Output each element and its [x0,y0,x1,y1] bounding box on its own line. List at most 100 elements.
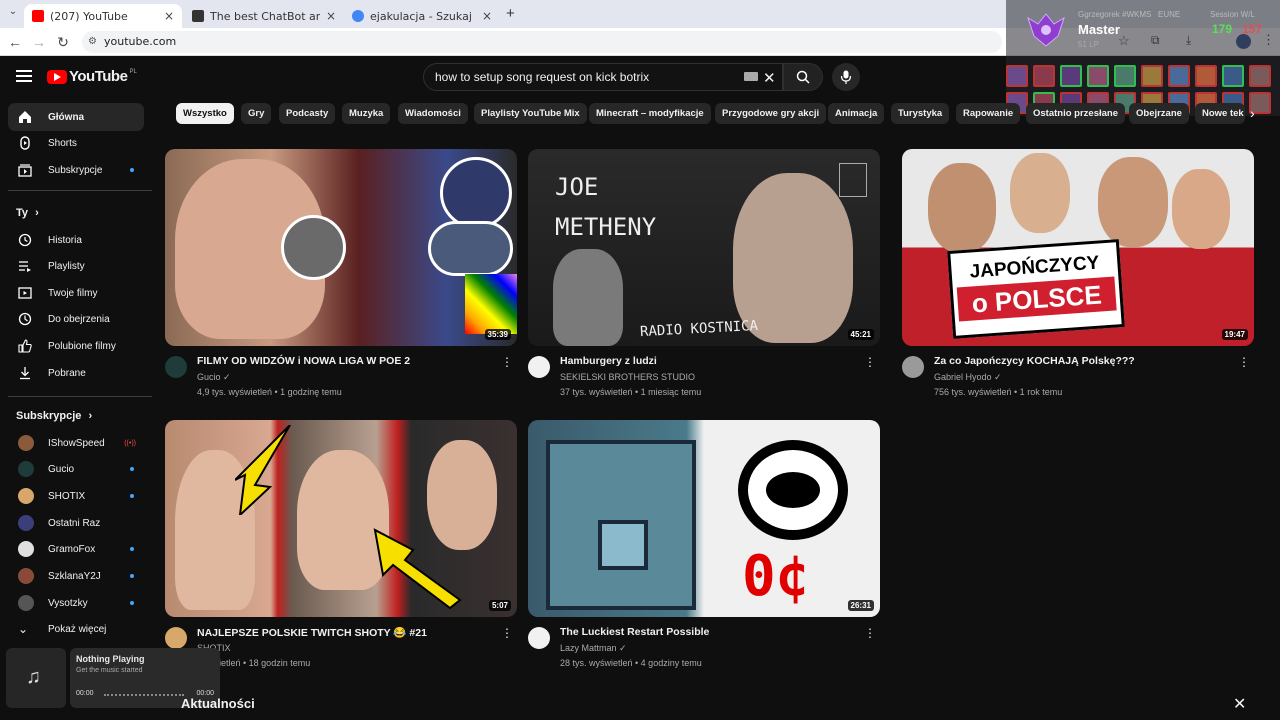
video-title[interactable]: FILMY OD WIDZÓW i NOWA LIGA W POE 2 [197,355,497,367]
sidebar-item-history[interactable]: Historia [8,226,144,254]
logo-text: YouTube [69,68,128,85]
chip-all[interactable]: Wszystko [176,103,234,124]
tab-close-icon[interactable]: × [326,9,336,23]
chip-adventure[interactable]: Przygodowe gry akcji [715,103,827,124]
sidebar-sub-gramofox[interactable]: GramoFox [8,535,144,563]
channel-avatar[interactable] [528,627,550,649]
chip-mix[interactable]: Playlisty YouTube Mix [474,103,587,124]
chip-recent[interactable]: Ostatnio przesłane [1026,103,1125,124]
new-tab-button[interactable]: + [506,5,515,22]
search-button[interactable] [783,63,823,91]
browser-tab-chatbot[interactable]: The best ChatBot and Widgets × [184,4,344,28]
chip-music[interactable]: Muzyka [342,103,391,124]
chevron-down-icon: ⌄ [18,622,29,636]
video-title[interactable]: Hamburgery z ludzi [560,355,860,367]
sidebar-sub-shotix[interactable]: SHOTIX [8,482,144,510]
url-input[interactable]: ⚙ youtube.com [82,31,1002,53]
eye-pupil [766,472,820,508]
chip-rap[interactable]: Rapowanie [956,103,1021,124]
channel-avatar[interactable] [902,356,924,378]
chip-animation[interactable]: Animacja [828,103,885,124]
sidebar-sub-ishowspeed[interactable]: IShowSpeed ((•)) [8,429,144,457]
more-actions-icon[interactable]: ⋮ [864,355,876,369]
tab-close-icon[interactable]: × [482,9,492,23]
video-meta: 28 tys. wyświetleń • 4 godziny temu [560,658,702,668]
sidebar-item-label: IShowSpeed [48,437,105,449]
video-title[interactable]: Za co Japończycy KOCHAJĄ Polskę??? [934,355,1234,367]
chips-scroll-right-icon[interactable]: › [1250,105,1255,121]
sidebar-item-subscriptions[interactable]: Subskrypcje [8,156,144,184]
browser-tab-youtube[interactable]: (207) YouTube × [24,4,182,28]
chip-travel[interactable]: Turystyka [891,103,950,124]
video-thumbnail[interactable]: 0¢ 26:31 [528,420,880,617]
back-icon[interactable]: ← [6,34,24,50]
sidebar-item-shorts[interactable]: Shorts [8,129,144,157]
video-thumbnail[interactable]: 35:39 [165,149,517,346]
time-elapsed: 00:00 [76,690,94,697]
google-favicon-icon [352,10,364,22]
reload-icon[interactable]: ↻ [54,34,72,51]
channel-avatar[interactable] [528,356,550,378]
champion-portrait-icon [1087,65,1109,87]
champion-portrait-icon [1141,65,1163,87]
tab-search-icon[interactable]: ⌄ [4,6,22,17]
you-section-heading[interactable]: Ty › [16,207,39,219]
progress-bar[interactable] [104,694,184,696]
champion-portrait-icon [1033,65,1055,87]
thumb-face [1172,169,1230,249]
sidebar-sub-ostatni-raz[interactable]: Ostatni Raz [8,509,144,537]
sidebar-item-your-videos[interactable]: Twoje filmy [8,279,144,307]
video-thumbnail[interactable]: JAPOŃCZYCY o POLSCE 19:47 [902,149,1254,346]
sidebar-item-home[interactable]: Główna [8,103,144,131]
video-meta: 756 tys. wyświetleń • 1 rok temu [934,387,1063,397]
forward-icon[interactable]: → [30,34,48,50]
video-thumbnail[interactable]: 5:07 [165,420,517,617]
more-actions-icon[interactable]: ⋮ [501,626,513,640]
youtube-logo[interactable]: YouTube PL [47,68,137,85]
thumb-text: METHENY [555,213,657,241]
sidebar-sub-szklanay2j[interactable]: SzklanaY2J [8,562,144,590]
chip-new[interactable]: Nowe tek [1195,103,1245,124]
more-actions-icon[interactable]: ⋮ [864,626,876,640]
more-actions-icon[interactable]: ⋮ [1238,355,1250,369]
voice-search-button[interactable] [832,63,860,91]
youtube-play-icon [47,69,67,84]
channel-avatar[interactable] [165,356,187,378]
site-info-icon[interactable]: ⚙ [88,31,97,53]
sidebar-item-liked[interactable]: Polubione filmy [8,332,144,360]
video-title[interactable]: The Luckiest Restart Possible [560,626,860,638]
video-thumbnail[interactable]: JOE METHENY RADIO KOSTNICA 45:21 [528,149,880,346]
show-more-button[interactable]: ⌄ Pokaż więcej [8,615,144,643]
sidebar-item-watch-later[interactable]: Do obejrzenia [8,305,144,333]
channel-name[interactable]: SEKIELSKI BROTHERS STUDIO [560,372,695,382]
keyboard-icon[interactable] [744,72,758,81]
search-input[interactable]: how to setup song request on kick botrix [423,63,783,91]
video-title[interactable]: NAJLEPSZE POLSKIE TWITCH SHOTY 😂 #21 [197,626,497,639]
dismiss-icon[interactable]: ✕ [1233,694,1246,714]
channel-name[interactable]: Lazy Mattman ✓ [560,643,627,654]
browser-tab-google[interactable]: ejakulacja - Szukaj w Google × [344,4,500,28]
video-meta: 37 tys. wyświetleń • 1 miesiąc temu [560,387,702,397]
chip-watched[interactable]: Obejrzane [1129,103,1189,124]
chip-podcasts[interactable]: Podcasty [279,103,336,124]
history-icon [18,233,32,247]
channel-avatar[interactable] [165,627,187,649]
chip-games[interactable]: Gry [241,103,272,124]
sidebar-item-downloads[interactable]: Pobrane [8,359,144,387]
sidebar-sub-gucio[interactable]: Gucio [8,455,144,483]
sidebar-item-playlists[interactable]: Playlisty [8,252,144,280]
chip-minecraft[interactable]: Minecraft – modyfikacje [589,103,711,124]
channel-name[interactable]: Gucio ✓ [197,372,231,383]
more-actions-icon[interactable]: ⋮ [501,355,513,369]
thumb-circle [281,215,346,280]
subscriptions-section-heading[interactable]: Subskrypcje › [16,410,92,422]
hamburger-menu-icon[interactable] [16,70,32,82]
tab-close-icon[interactable]: × [164,9,174,23]
download-icon [20,367,30,380]
chip-news[interactable]: Wiadomości [398,103,468,124]
champion-portrait-icon [1060,65,1082,87]
clear-search-icon[interactable]: ✕ [763,69,776,87]
champion-portrait-icon [1114,65,1136,87]
channel-name[interactable]: Gabriel Hyodo ✓ [934,372,1002,383]
sidebar-sub-vysotzky[interactable]: Vysotzky [8,589,144,617]
